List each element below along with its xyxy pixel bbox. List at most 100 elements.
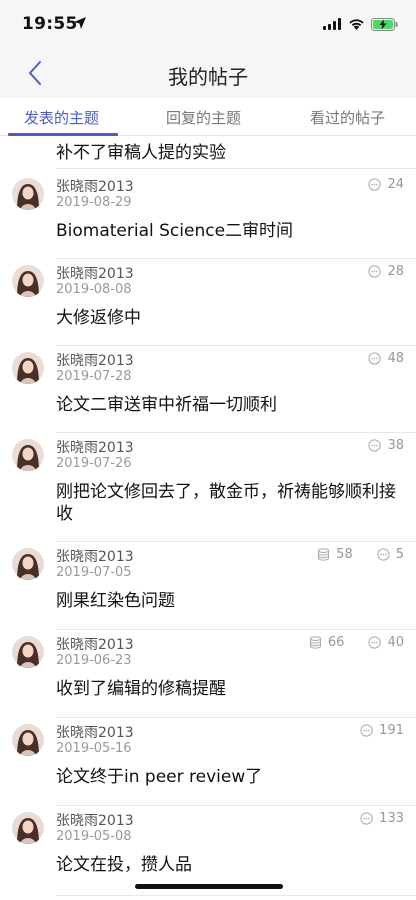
post-date: 2019-07-28	[56, 369, 132, 384]
comment-dots-icon	[377, 548, 390, 561]
post-title[interactable]: 刚果红染色问题	[56, 590, 400, 612]
tab-replied-topics[interactable]: 回复的主题	[166, 107, 241, 128]
comment-dots-icon	[368, 178, 382, 191]
post-title[interactable]: 论文二审送审中祈福一切顺利	[56, 394, 400, 416]
avatar[interactable]	[12, 812, 44, 844]
post-stats: 48	[368, 351, 404, 366]
avatar-image	[12, 724, 44, 756]
status-bar: 19:55	[0, 0, 416, 48]
post-title[interactable]: 论文终于in peer review了	[56, 766, 400, 788]
post-date: 2019-08-29	[56, 195, 132, 210]
coin-stat: 66	[309, 635, 345, 650]
reply-count: 40	[387, 635, 404, 650]
reply-count: 38	[387, 438, 404, 453]
wifi-icon	[349, 19, 364, 30]
post-title[interactable]: 论文在投，攒人品	[56, 854, 400, 876]
post-list[interactable]: 补不了审稿人提的实验 张晓雨2013 2019-08-29 24 Biomate…	[0, 136, 416, 900]
post-item[interactable]: 张晓雨2013 2019-08-29 24 Biomaterial Scienc…	[0, 172, 416, 259]
reply-stat: 48	[368, 351, 404, 366]
comment-dots-icon	[368, 636, 382, 649]
status-icons	[323, 16, 398, 32]
avatar[interactable]	[12, 724, 44, 756]
reply-stat: 38	[368, 438, 404, 453]
comment-dots-icon	[368, 265, 382, 278]
signal-icon	[323, 18, 341, 30]
post-date: 2019-05-16	[56, 741, 132, 756]
comment-dots-icon	[368, 352, 382, 365]
coin-count: 66	[327, 635, 345, 650]
post-date: 2019-06-23	[56, 653, 132, 668]
tab-bar: 发表的主题 回复的主题 看过的帖子	[0, 98, 416, 136]
author-name[interactable]: 张晓雨2013	[56, 437, 134, 457]
comment-dots-icon	[360, 724, 373, 737]
post-stats: 24	[368, 177, 404, 192]
avatar[interactable]	[12, 439, 44, 471]
post-date: 2019-07-05	[56, 565, 132, 580]
post-stats: 58 5	[317, 547, 404, 562]
post-title[interactable]: 收到了编辑的修稿提醒	[56, 678, 400, 700]
author-name[interactable]: 张晓雨2013	[56, 546, 134, 566]
post-item[interactable]: 张晓雨2013 2019-07-28 48 论文二审送审中祈福一切顺利	[0, 346, 416, 433]
battery-charging-icon	[371, 17, 398, 31]
post-date: 2019-07-26	[56, 456, 132, 471]
reply-stat: 28	[368, 264, 404, 279]
coin-stack-icon	[318, 548, 330, 561]
home-indicator[interactable]	[135, 884, 283, 889]
post-stats: 133	[360, 811, 404, 826]
post-title[interactable]: 刚把论文修回去了，散金币，祈祷能够顺利接收	[56, 481, 400, 525]
post-item[interactable]: 张晓雨2013 2019-07-26 38 刚把论文修回去了，散金币，祈祷能够顺…	[0, 433, 416, 542]
post-date: 2019-05-08	[56, 829, 132, 844]
nav-bar: 我的帖子	[0, 48, 416, 98]
post-stats: 28	[368, 264, 404, 279]
page-title: 我的帖子	[168, 65, 248, 89]
post-title[interactable]: 补不了审稿人提的实验	[56, 138, 226, 163]
author-name[interactable]: 张晓雨2013	[56, 634, 134, 654]
avatar[interactable]	[12, 178, 44, 210]
reply-stat: 24	[368, 177, 404, 192]
author-name[interactable]: 张晓雨2013	[56, 263, 134, 283]
avatar-image	[12, 636, 44, 668]
post-item[interactable]: 张晓雨2013 2019-05-08 133 论文在投，攒人品	[0, 806, 416, 896]
avatar[interactable]	[12, 265, 44, 297]
avatar-image	[12, 812, 44, 844]
divider	[56, 168, 416, 169]
divider	[56, 895, 416, 896]
tab-posted-topics[interactable]: 发表的主题	[24, 107, 99, 128]
post-stats: 191	[360, 723, 404, 738]
post-stats: 38	[368, 438, 404, 453]
comment-dots-icon	[360, 812, 373, 825]
comment-dots-icon	[368, 439, 382, 452]
reply-stat: 40	[368, 635, 404, 650]
reply-stat: 5	[377, 547, 404, 562]
reply-stat: 191	[360, 723, 404, 738]
post-stats: 66 40	[309, 635, 404, 650]
post-item[interactable]: 张晓雨2013 2019-07-05 58 5 刚果红染色问题	[0, 542, 416, 630]
post-item[interactable]: 张晓雨2013 2019-06-23 66 40 收到了编辑的修稿提醒	[0, 630, 416, 718]
reply-count: 133	[379, 811, 404, 826]
post-date: 2019-08-08	[56, 282, 132, 297]
author-name[interactable]: 张晓雨2013	[56, 722, 134, 742]
author-name[interactable]: 张晓雨2013	[56, 350, 134, 370]
avatar-image	[12, 265, 44, 297]
reply-count: 28	[387, 264, 404, 279]
avatar-image	[12, 352, 44, 384]
reply-stat: 133	[360, 811, 404, 826]
coin-stat: 58	[317, 547, 353, 562]
post-title[interactable]: Biomaterial Science二审时间	[56, 220, 400, 242]
avatar[interactable]	[12, 352, 44, 384]
avatar[interactable]	[12, 548, 44, 580]
avatar-image	[12, 548, 44, 580]
reply-count: 191	[379, 723, 404, 738]
post-title[interactable]: 大修返修中	[56, 307, 400, 329]
post-item[interactable]: 张晓雨2013 2019-05-16 191 论文终于in peer revie…	[0, 718, 416, 806]
reply-count: 5	[395, 547, 404, 562]
coin-count: 58	[336, 547, 353, 562]
post-item[interactable]: 张晓雨2013 2019-08-08 28 大修返修中	[0, 259, 416, 346]
author-name[interactable]: 张晓雨2013	[56, 810, 134, 830]
reply-count: 24	[387, 177, 404, 192]
avatar[interactable]	[12, 636, 44, 668]
tab-viewed-posts[interactable]: 看过的帖子	[310, 107, 385, 128]
coin-stack-icon	[309, 636, 321, 649]
author-name[interactable]: 张晓雨2013	[56, 176, 134, 196]
location-arrow-icon	[74, 17, 86, 29]
